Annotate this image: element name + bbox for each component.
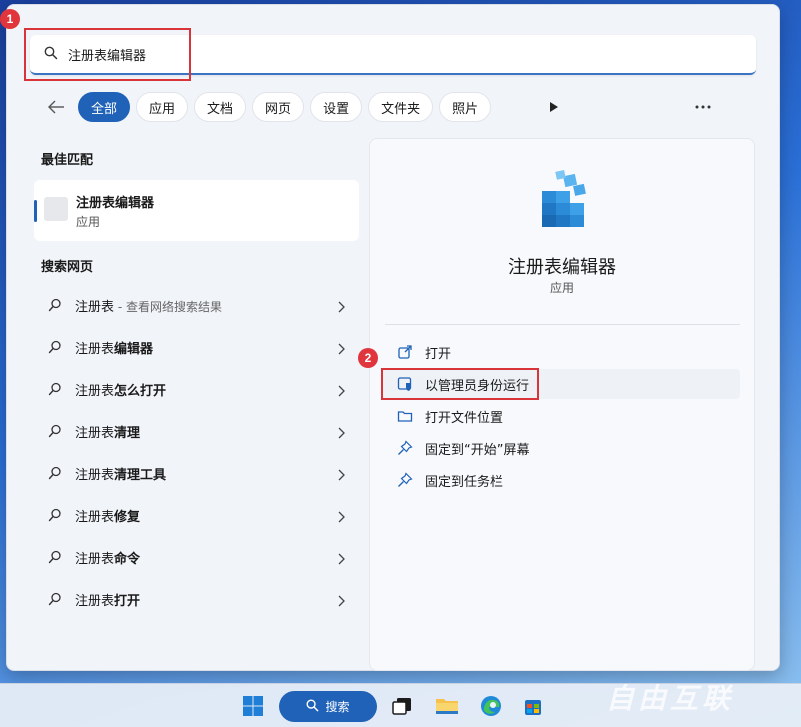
action-open-file-location[interactable]: 打开文件位置 xyxy=(382,401,740,431)
web-result-item[interactable]: 注册表怎么打开 xyxy=(34,368,359,410)
filter-row: 全部 应用 文档 网页 设置 文件夹 照片 xyxy=(38,88,754,126)
divider xyxy=(385,324,740,325)
web-search-list: 注册表 - 查看网络搜索结果 注册表编辑器 注册表怎么打开 注册表清理 注册表清… xyxy=(34,284,359,620)
web-result-label: 注册表编辑器 xyxy=(75,341,154,357)
file-explorer-icon[interactable] xyxy=(432,691,462,721)
search-icon xyxy=(48,549,62,568)
windows-start-icon[interactable] xyxy=(238,691,268,721)
web-result-label: 注册表修复 xyxy=(75,509,141,525)
action-label: 打开 xyxy=(425,346,452,362)
search-icon xyxy=(48,423,62,442)
search-icon xyxy=(48,339,62,358)
web-result-label: 注册表打开 xyxy=(75,593,141,609)
web-result-label: 注册表怎么打开 xyxy=(75,383,167,399)
best-match-name: 注册表编辑器 xyxy=(76,196,155,211)
web-result-item[interactable]: 注册表打开 xyxy=(34,578,359,620)
best-match-result[interactable]: 注册表编辑器 应用 xyxy=(34,180,359,241)
store-icon[interactable] xyxy=(518,691,548,721)
action-label: 打开文件位置 xyxy=(425,410,504,426)
task-view-icon[interactable] xyxy=(387,691,417,721)
web-result-item[interactable]: 注册表清理 xyxy=(34,410,359,452)
tab-all[interactable]: 全部 xyxy=(78,92,131,122)
action-label: 固定到任务栏 xyxy=(425,474,504,490)
chevron-right-icon xyxy=(337,298,345,317)
search-input[interactable]: 注册表编辑器 xyxy=(30,35,756,75)
selection-accent xyxy=(34,200,37,222)
search-icon xyxy=(48,507,62,526)
search-icon xyxy=(44,45,58,64)
chevron-right-icon xyxy=(337,424,345,443)
chevron-right-icon xyxy=(337,340,345,359)
tab-web[interactable]: 网页 xyxy=(252,92,305,122)
action-label: 以管理员身份运行 xyxy=(425,378,530,394)
ellipsis-icon xyxy=(695,105,711,109)
web-result-label: 注册表 - 查看网络搜索结果 xyxy=(75,299,222,315)
detail-app-name: 注册表编辑器 xyxy=(508,257,616,278)
web-result-item[interactable]: 注册表 - 查看网络搜索结果 xyxy=(34,284,359,326)
action-pin-to-start[interactable]: 固定到“开始”屏幕 xyxy=(382,433,740,463)
chevron-right-icon xyxy=(337,382,345,401)
best-match-heading: 最佳匹配 xyxy=(41,153,94,168)
search-query-text: 注册表编辑器 xyxy=(68,48,147,64)
web-result-label: 注册表清理 xyxy=(75,425,141,441)
pin-icon xyxy=(397,440,413,460)
tab-settings[interactable]: 设置 xyxy=(310,92,363,122)
watermark-logo: 自由互联 xyxy=(606,682,735,715)
chevron-right-icon xyxy=(337,550,345,569)
web-result-item[interactable]: 注册表修复 xyxy=(34,494,359,536)
back-button[interactable] xyxy=(38,92,74,122)
action-pin-to-taskbar[interactable]: 固定到任务栏 xyxy=(382,465,740,495)
action-label: 固定到“开始”屏幕 xyxy=(425,442,530,458)
action-run-as-admin[interactable]: 以管理员身份运行 xyxy=(382,369,740,399)
search-icon xyxy=(306,699,319,715)
edge-icon[interactable] xyxy=(476,691,506,721)
action-open[interactable]: 打开 xyxy=(382,337,740,367)
search-icon xyxy=(48,465,62,484)
detail-app-type: 应用 xyxy=(549,281,574,295)
tab-apps[interactable]: 应用 xyxy=(136,92,189,122)
chevron-right-icon xyxy=(337,466,345,485)
app-detail-pane: 注册表编辑器 应用 打开 以管理员身份运行 打开文件位置 固定到“开始”屏幕 固… xyxy=(369,138,755,671)
admin-shield-icon xyxy=(397,376,413,396)
web-result-item[interactable]: 注册表命令 xyxy=(34,536,359,578)
tab-documents[interactable]: 文档 xyxy=(194,92,247,122)
more-tabs-play-button[interactable] xyxy=(544,94,564,120)
web-result-label: 注册表命令 xyxy=(75,551,141,567)
tab-folders[interactable]: 文件夹 xyxy=(368,92,434,122)
taskbar-search-label: 搜索 xyxy=(325,700,350,714)
search-icon xyxy=(48,591,62,610)
folder-icon xyxy=(397,408,413,428)
pin-icon xyxy=(397,472,413,492)
best-match-type: 应用 xyxy=(76,215,101,229)
web-result-item[interactable]: 注册表编辑器 xyxy=(34,326,359,368)
play-icon xyxy=(550,102,558,112)
app-icon xyxy=(44,197,68,221)
registry-editor-icon xyxy=(536,169,592,233)
web-result-label: 注册表清理工具 xyxy=(75,467,167,483)
web-search-heading: 搜索网页 xyxy=(41,260,94,275)
web-result-item[interactable]: 注册表清理工具 xyxy=(34,452,359,494)
open-external-icon xyxy=(397,344,413,364)
step-marker-1: 1 xyxy=(0,9,20,29)
more-options-button[interactable] xyxy=(688,94,718,120)
search-icon xyxy=(48,381,62,400)
tab-photos[interactable]: 照片 xyxy=(439,92,492,122)
back-arrow-icon xyxy=(48,100,64,114)
taskbar-search-button[interactable]: 搜索 xyxy=(279,691,377,722)
chevron-right-icon xyxy=(337,508,345,527)
search-icon xyxy=(48,297,62,316)
step-marker-2: 2 xyxy=(358,348,378,368)
chevron-right-icon xyxy=(337,592,345,611)
